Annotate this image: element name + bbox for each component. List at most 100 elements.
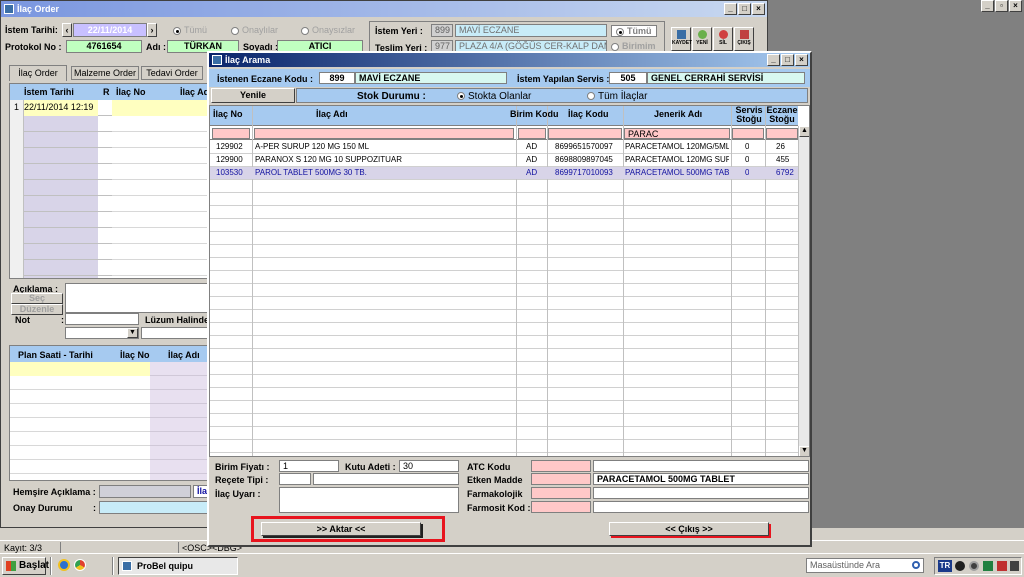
atc-ad-field[interactable] bbox=[593, 460, 809, 472]
tab-malzeme-order[interactable]: Malzeme Order bbox=[71, 66, 139, 80]
birim-fiyati-field[interactable]: 1 bbox=[279, 460, 339, 472]
istem-yeri-kod[interactable]: 899 bbox=[431, 24, 453, 37]
opt-birimim[interactable]: Birimim bbox=[611, 41, 656, 51]
date-prev-button[interactable]: ‹ bbox=[62, 23, 72, 37]
radio-tumu[interactable]: Tümü bbox=[173, 25, 207, 35]
start-button[interactable]: Başlat bbox=[2, 557, 49, 575]
atc-kod-field[interactable] bbox=[531, 460, 591, 472]
tray-icon-5[interactable] bbox=[1010, 561, 1019, 571]
radio-onaylilar[interactable]: Onaylılar bbox=[231, 25, 278, 35]
cell-ilac-adi: A-PER SURUP 120 MG 150 ML bbox=[255, 142, 370, 151]
bg-minimize-button[interactable]: _ bbox=[724, 3, 737, 15]
dialog-close-button[interactable]: × bbox=[795, 54, 808, 66]
eczane-kod-field[interactable]: 899 bbox=[319, 72, 355, 84]
cell-eczane-stogu: 455 bbox=[776, 155, 790, 164]
search-icon[interactable] bbox=[912, 561, 920, 569]
servis-ad-field[interactable]: GENEL CERRAHİ SERVİSİ bbox=[647, 72, 805, 84]
etken-kod-field[interactable] bbox=[531, 473, 591, 485]
grid-empty-rows bbox=[112, 116, 208, 278]
cikis-toolbar-button[interactable]: ÇIKIŞ bbox=[734, 27, 754, 51]
cell-jenerik: PARACETAMOL 120MG/5ML bbox=[625, 142, 729, 151]
recete-tipi-ad[interactable] bbox=[313, 473, 459, 485]
chrome-icon[interactable] bbox=[74, 559, 86, 571]
radio-tum-ilaclar[interactable]: Tüm İlaçlar bbox=[587, 91, 647, 102]
filter-servis[interactable] bbox=[732, 128, 764, 139]
istem-tarihi-field[interactable]: 22/11/2014 bbox=[73, 23, 147, 37]
r-checkbox-column[interactable] bbox=[98, 100, 112, 278]
close-button[interactable]: × bbox=[1009, 0, 1022, 12]
hemsire-label: Hemşire Açıklama : bbox=[13, 487, 96, 497]
filter-birim[interactable] bbox=[518, 128, 546, 139]
col-plan-ilac-adi: İlaç Adı bbox=[168, 350, 200, 360]
protokol-field[interactable]: 4761654 bbox=[66, 40, 142, 53]
servis-kod-field[interactable]: 505 bbox=[609, 72, 647, 84]
bg-maximize-button[interactable]: □ bbox=[738, 3, 751, 15]
table-row[interactable]: 1 22/11/2014 12:19 bbox=[14, 100, 208, 116]
luzum-label: Lüzum Halinde bbox=[145, 315, 210, 325]
task-probel[interactable]: ProBel quipu bbox=[118, 557, 238, 575]
duzenle-button[interactable]: Düzenle bbox=[11, 304, 63, 315]
aciklama-field[interactable] bbox=[65, 283, 209, 313]
luzum-dropdown-icon[interactable]: ▼ bbox=[127, 328, 138, 338]
ilac-uyari-field[interactable] bbox=[279, 487, 459, 513]
grid-scrollbar[interactable]: ▲ ▼ bbox=[798, 126, 809, 456]
recete-tipi-kod[interactable] bbox=[279, 473, 311, 485]
lang-indicator[interactable]: TR bbox=[938, 560, 952, 572]
scroll-up-icon[interactable]: ▲ bbox=[799, 126, 809, 137]
dialog-maximize-button[interactable]: □ bbox=[781, 54, 794, 66]
birim-fiyati-label: Birim Fiyatı : bbox=[215, 462, 270, 472]
desktop-search-input[interactable]: Masaüstünde Ara bbox=[806, 558, 924, 573]
tray-icon-2[interactable] bbox=[969, 561, 979, 571]
table-row[interactable]: 103530 PAROL TABLET 500MG 30 TB. AD 8699717… bbox=[210, 167, 798, 179]
istem-yeri-ad[interactable]: MAVİ ECZANE bbox=[455, 24, 607, 37]
table-row[interactable]: 129902 A-PER SURUP 120 MG 150 ML AD 8699651… bbox=[210, 141, 798, 153]
cell-ilac-no: 129902 bbox=[216, 142, 243, 151]
yeni-button[interactable]: YENİ bbox=[692, 27, 712, 51]
farmosit-kod-field[interactable] bbox=[531, 501, 591, 513]
scroll-down-icon[interactable]: ▼ bbox=[799, 446, 809, 456]
eczane-ad-field[interactable]: MAVİ ECZANE bbox=[355, 72, 507, 84]
hemsire-field[interactable] bbox=[99, 485, 191, 498]
luzum-field[interactable] bbox=[141, 327, 209, 339]
not-field[interactable] bbox=[65, 313, 139, 325]
protokol-label: Protokol No : bbox=[5, 42, 62, 52]
cikis-button[interactable]: << Çıkış >> bbox=[609, 522, 769, 536]
onay-field[interactable] bbox=[99, 501, 209, 514]
radio-onaysizlar[interactable]: Onaysızlar bbox=[301, 25, 355, 35]
sec-button[interactable]: Seç bbox=[11, 293, 63, 304]
etken-madde-field[interactable]: PARACETAMOL 500MG TABLET bbox=[593, 473, 809, 485]
minimize-button[interactable]: _ bbox=[981, 0, 994, 12]
tab-ilac-order[interactable]: İlaç Order bbox=[9, 65, 67, 81]
bg-close-button[interactable]: × bbox=[752, 3, 765, 15]
grid-body bbox=[210, 141, 798, 456]
app-icon bbox=[4, 4, 14, 14]
col-ilac-kodu-header: İlaç Kodu bbox=[568, 109, 609, 119]
opt-tumu[interactable]: Tümü bbox=[611, 25, 657, 37]
restore-button[interactable]: ▫ bbox=[995, 0, 1008, 12]
table-row[interactable]: 129900 PARANOX S 120 MG 10 SUPPOZITUAR AD 8… bbox=[210, 154, 798, 166]
tab-tedavi-order[interactable]: Tedavi Order bbox=[141, 66, 203, 80]
yenile-button[interactable]: Yenile bbox=[211, 88, 295, 103]
dialog-minimize-button[interactable]: _ bbox=[767, 54, 780, 66]
aktar-button[interactable]: >> Aktar << bbox=[261, 522, 421, 536]
filter-eczane[interactable] bbox=[766, 128, 798, 139]
farmakolojik-kod-field[interactable] bbox=[531, 487, 591, 499]
filter-ilac-kodu[interactable] bbox=[548, 128, 622, 139]
ie-icon[interactable] bbox=[58, 559, 70, 571]
row-tarih: 22/11/2014 12:19 bbox=[24, 102, 94, 112]
filter-ilac-no[interactable] bbox=[212, 128, 250, 139]
tray-icon-3[interactable] bbox=[983, 561, 993, 571]
kaydet-button[interactable]: KAYDET bbox=[671, 27, 692, 51]
date-next-button[interactable]: › bbox=[147, 23, 157, 37]
filter-ilac-adi[interactable] bbox=[254, 128, 514, 139]
plan-grid: Plan Saati - Tarihi İlaç No İlaç Adı bbox=[9, 345, 209, 481]
kutu-adeti-field[interactable]: 30 bbox=[399, 460, 459, 472]
tray-icon-4[interactable] bbox=[997, 561, 1007, 571]
tray-icon-1[interactable] bbox=[955, 561, 965, 571]
sil-button[interactable]: SİL bbox=[713, 27, 733, 51]
filter-jenerik[interactable]: PARAC bbox=[624, 128, 730, 139]
farmosit-ad-field[interactable] bbox=[593, 501, 809, 513]
save-icon bbox=[677, 30, 686, 39]
radio-stokta[interactable]: Stokta Olanlar bbox=[457, 91, 531, 102]
farmakolojik-ad-field[interactable] bbox=[593, 487, 809, 499]
